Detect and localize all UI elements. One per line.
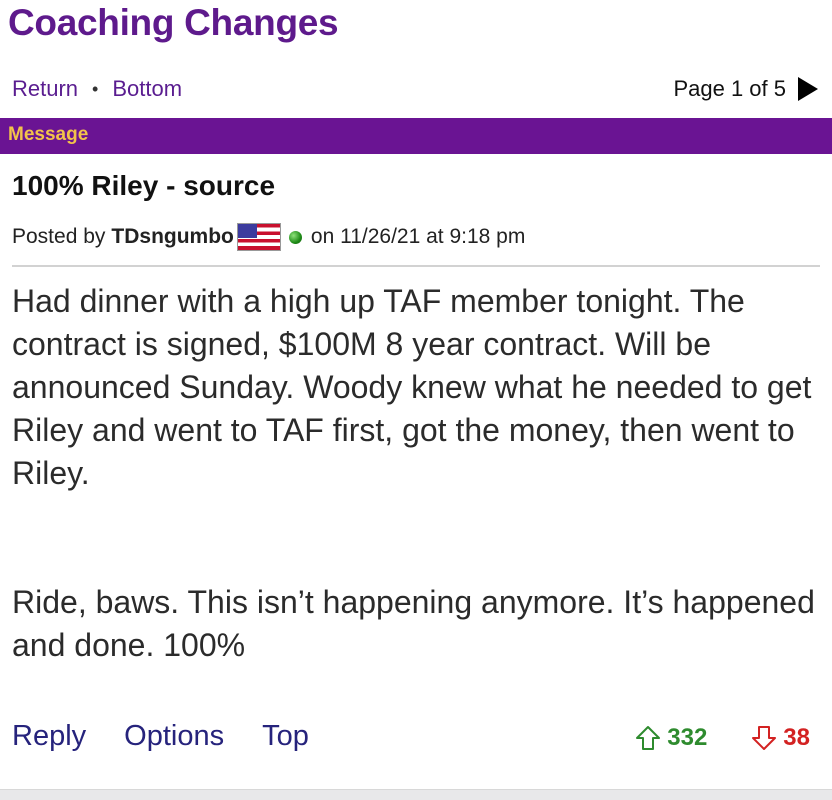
arrow-up-icon <box>636 726 661 750</box>
author-link[interactable]: TDsngumbo <box>111 225 233 249</box>
next-page-icon[interactable] <box>798 77 818 101</box>
page-indicator: Page 1 of 5 <box>673 76 786 101</box>
post-paragraph: Ride, baws. This isn’t happening anymore… <box>12 584 815 663</box>
post-actions: Reply Options Top <box>12 720 347 753</box>
pagination: Page 1 of 5 <box>673 76 818 102</box>
bottom-link[interactable]: Bottom <box>112 76 182 102</box>
reply-button[interactable]: Reply <box>12 720 86 753</box>
divider <box>12 265 820 267</box>
post-title: 100% Riley - source <box>12 170 276 201</box>
downvote-count: 38 <box>783 724 810 751</box>
message-header-bar: Message <box>0 118 832 154</box>
footer-strip <box>0 789 832 800</box>
upvote-button[interactable]: 332 <box>635 724 707 752</box>
nav-row: Return • Bottom Page 1 of 5 <box>12 74 818 106</box>
vote-controls: 332 38 <box>635 720 810 756</box>
separator-dot-icon: • <box>92 78 99 99</box>
online-status-icon <box>288 230 302 244</box>
top-button[interactable]: Top <box>262 720 309 753</box>
posted-by-label: Posted by <box>12 225 106 248</box>
options-button[interactable]: Options <box>124 720 224 753</box>
post-meta: Posted by TDsngumbo on 11/26/21 at 9:18 … <box>12 222 525 252</box>
message-bar-label: Message <box>8 124 89 145</box>
return-link[interactable]: Return <box>12 76 78 102</box>
post-paragraph: Had dinner with a high up TAF member ton… <box>12 283 812 491</box>
post-body: Had dinner with a high up TAF member ton… <box>12 280 818 667</box>
nav-links: Return • Bottom <box>12 76 182 102</box>
board-title: Coaching Changes <box>8 2 339 43</box>
upvote-count: 332 <box>667 724 708 751</box>
arrow-down-icon <box>752 726 777 750</box>
post-date: on 11/26/21 at 9:18 pm <box>310 225 526 248</box>
downvote-button[interactable]: 38 <box>751 724 810 752</box>
us-flag-icon <box>236 223 281 251</box>
